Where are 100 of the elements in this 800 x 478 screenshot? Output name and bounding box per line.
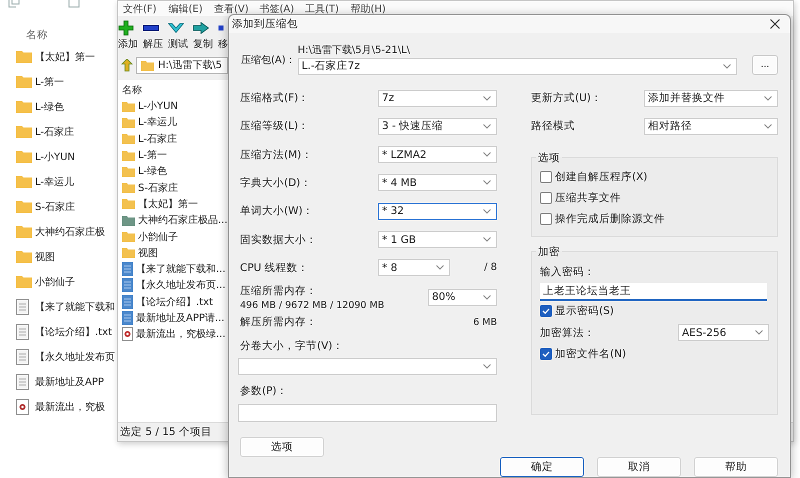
file-name: 小韵仙子 — [35, 276, 75, 288]
dropdown[interactable]: 相对路径 — [644, 118, 778, 135]
menu-item[interactable]: 查看(V) — [214, 2, 260, 16]
options-button[interactable]: 选项 — [240, 437, 324, 457]
toolbar-button[interactable]: 添加 — [118, 19, 143, 53]
file-name[interactable]: L-第一 — [138, 148, 168, 162]
file-name: 大神约石家庄极 — [35, 226, 105, 238]
menu-item[interactable]: 编辑(E) — [168, 2, 214, 16]
status-text: 选定 5 / 15 个项目 — [120, 425, 212, 439]
plus-icon — [118, 20, 134, 36]
toolbar-button[interactable]: 复制 — [193, 19, 218, 53]
field-label: 解压所需内存： — [240, 315, 317, 329]
document-icon — [16, 348, 29, 364]
path-field[interactable]: H:\迅雷下载\5 — [136, 56, 228, 74]
column-header[interactable]: 名称 — [26, 28, 48, 44]
file-name[interactable]: 【永久地址发布页... — [136, 278, 226, 292]
archive-name-combobox[interactable]: L.-石家庄7z — [298, 58, 737, 75]
caret-icon — [483, 364, 491, 369]
minus-icon — [143, 25, 159, 31]
dialog-button[interactable]: 帮助 — [694, 457, 778, 477]
file-name[interactable]: S-石家庄 — [138, 180, 178, 195]
dropdown[interactable]: * 32 — [378, 202, 497, 220]
file-name[interactable]: 最新流出，究极绿... — [136, 327, 226, 342]
menu-item[interactable]: 帮助(H) — [350, 2, 396, 16]
checkbox-label: 显示密码(S) — [555, 304, 614, 318]
checkbox[interactable] — [540, 348, 552, 360]
file-name[interactable]: L-石家庄 — [138, 132, 178, 146]
folder-icon — [122, 214, 135, 226]
arrow-right-icon — [193, 22, 209, 34]
file-name: 【来了就能下载和 — [35, 300, 115, 314]
file-name[interactable]: 视图 — [138, 246, 158, 260]
checkbox[interactable] — [540, 305, 552, 318]
field-label: 压缩方法(M)： — [240, 148, 312, 162]
field-label: 压缩等级(L)： — [240, 119, 310, 134]
group-title: 加密 — [537, 244, 561, 259]
folder-icon — [122, 116, 135, 128]
dialog-button[interactable]: 确定 — [500, 457, 584, 477]
dropdown[interactable]: 80% — [428, 288, 497, 306]
field-label: CPU 线程数： — [240, 260, 309, 275]
field-label: 更新方式(U)： — [531, 91, 602, 106]
field-label: 固实数据大小： — [240, 232, 317, 247]
file-name[interactable]: 大神约石家庄极品... — [138, 213, 228, 228]
dropdown[interactable]: 添加并替换文件 — [644, 90, 778, 107]
checkbox[interactable] — [540, 213, 552, 226]
memory-value: 6 MB — [473, 316, 497, 328]
browse-button[interactable]: ... — [752, 54, 778, 75]
menu-item[interactable]: 工具(T) — [305, 2, 350, 16]
file-name[interactable]: 小韵仙子 — [138, 230, 178, 244]
dropdown[interactable]: * LZMA2 — [378, 146, 497, 164]
toolbar-button[interactable]: 移 — [218, 19, 228, 53]
dialog-button[interactable]: 取消 — [597, 457, 681, 477]
folder-icon — [122, 198, 135, 210]
checkbox-label: 加密文件名(N) — [555, 347, 626, 362]
folder-icon — [122, 247, 135, 258]
field-label: 字典大小(D)： — [240, 176, 312, 190]
document-icon — [16, 374, 29, 390]
checkbox[interactable] — [540, 171, 552, 184]
dropdown[interactable]: * 1 GB — [378, 231, 497, 248]
caret-icon — [483, 208, 491, 214]
caret-icon — [483, 180, 491, 186]
menu-item[interactable]: 文件(F) — [123, 2, 168, 16]
document-icon — [122, 311, 133, 325]
caret-icon — [483, 152, 491, 158]
field-label: 加密算法： — [540, 326, 595, 340]
dropdown[interactable]: 3 - 快速压缩 — [378, 118, 497, 135]
folder-icon — [16, 125, 32, 138]
toolbar-button[interactable]: 解压 — [143, 19, 168, 53]
file-name[interactable]: 【论坛介绍】.txt — [136, 294, 213, 309]
dropdown[interactable]: * 4 MB — [378, 174, 497, 192]
toolbar-button[interactable]: 测试 — [168, 19, 193, 53]
file-name[interactable]: 【太妃】第一 — [138, 196, 198, 211]
folder-icon — [16, 175, 32, 188]
parameters-field[interactable] — [238, 404, 497, 422]
folder-icon — [16, 275, 32, 288]
file-name: 视图 — [35, 250, 55, 264]
checkbox[interactable] — [540, 192, 552, 204]
up-arrow-icon[interactable] — [121, 58, 133, 72]
group-title: 选项 — [537, 150, 561, 165]
caret-icon — [755, 330, 763, 336]
close-icon[interactable] — [770, 18, 780, 29]
password-field[interactable]: 上老王论坛当老王 — [540, 282, 767, 301]
checkbox-label: 操作完成后删除源文件 — [555, 212, 665, 226]
menu-item[interactable]: 书签(A) — [260, 2, 305, 16]
dropdown[interactable]: 7z — [378, 90, 497, 107]
column-header[interactable]: 名称 — [122, 83, 142, 98]
file-name: L-小YUN — [35, 150, 75, 164]
media-file-icon — [122, 327, 133, 342]
file-name[interactable]: 【来了就能下载和... — [136, 262, 226, 276]
caret-icon — [764, 124, 772, 129]
field-label: 压缩包(A)： — [241, 54, 296, 67]
file-name[interactable]: 最新地址及APP请... — [136, 311, 224, 325]
document-icon — [122, 278, 133, 292]
file-name[interactable]: L-绿色 — [138, 164, 168, 178]
folder-path: H:\迅雷下载\5月\5-21\L\ — [298, 44, 412, 56]
caret-icon — [723, 64, 731, 69]
dropdown[interactable]: * 8 — [378, 259, 450, 276]
file-name[interactable]: L-小YUN — [138, 99, 178, 114]
file-name: 【太妃】第一 — [35, 50, 95, 64]
file-name[interactable]: L-幸运儿 — [138, 115, 178, 130]
dropdown[interactable]: AES-256 — [678, 324, 769, 342]
